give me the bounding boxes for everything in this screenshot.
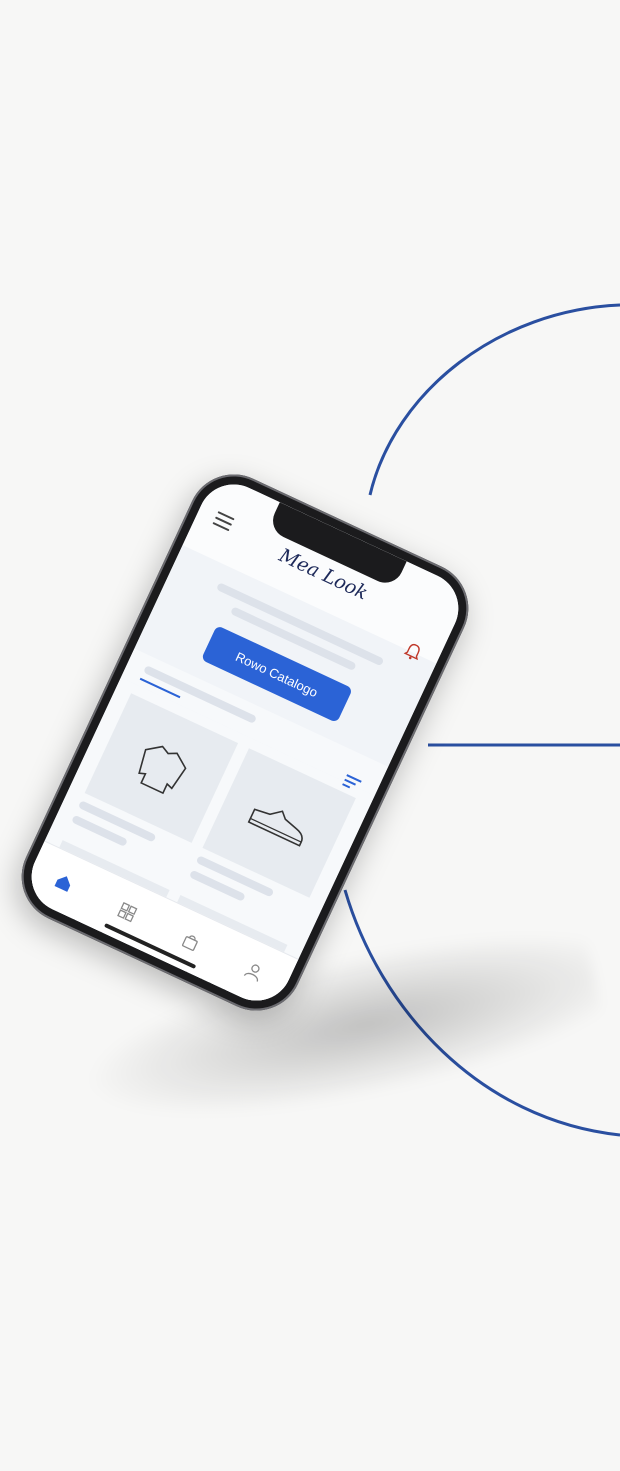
home-icon [54, 876, 71, 892]
nav-profile[interactable] [240, 957, 269, 986]
sneaker-icon [247, 808, 303, 847]
nav-bag[interactable] [176, 927, 205, 956]
grid-icon [117, 901, 138, 923]
bag-icon [182, 935, 198, 951]
nav-catalog[interactable] [113, 898, 142, 927]
nav-home[interactable] [49, 868, 78, 897]
profile-icon [243, 964, 260, 982]
sweater-icon [138, 745, 187, 795]
